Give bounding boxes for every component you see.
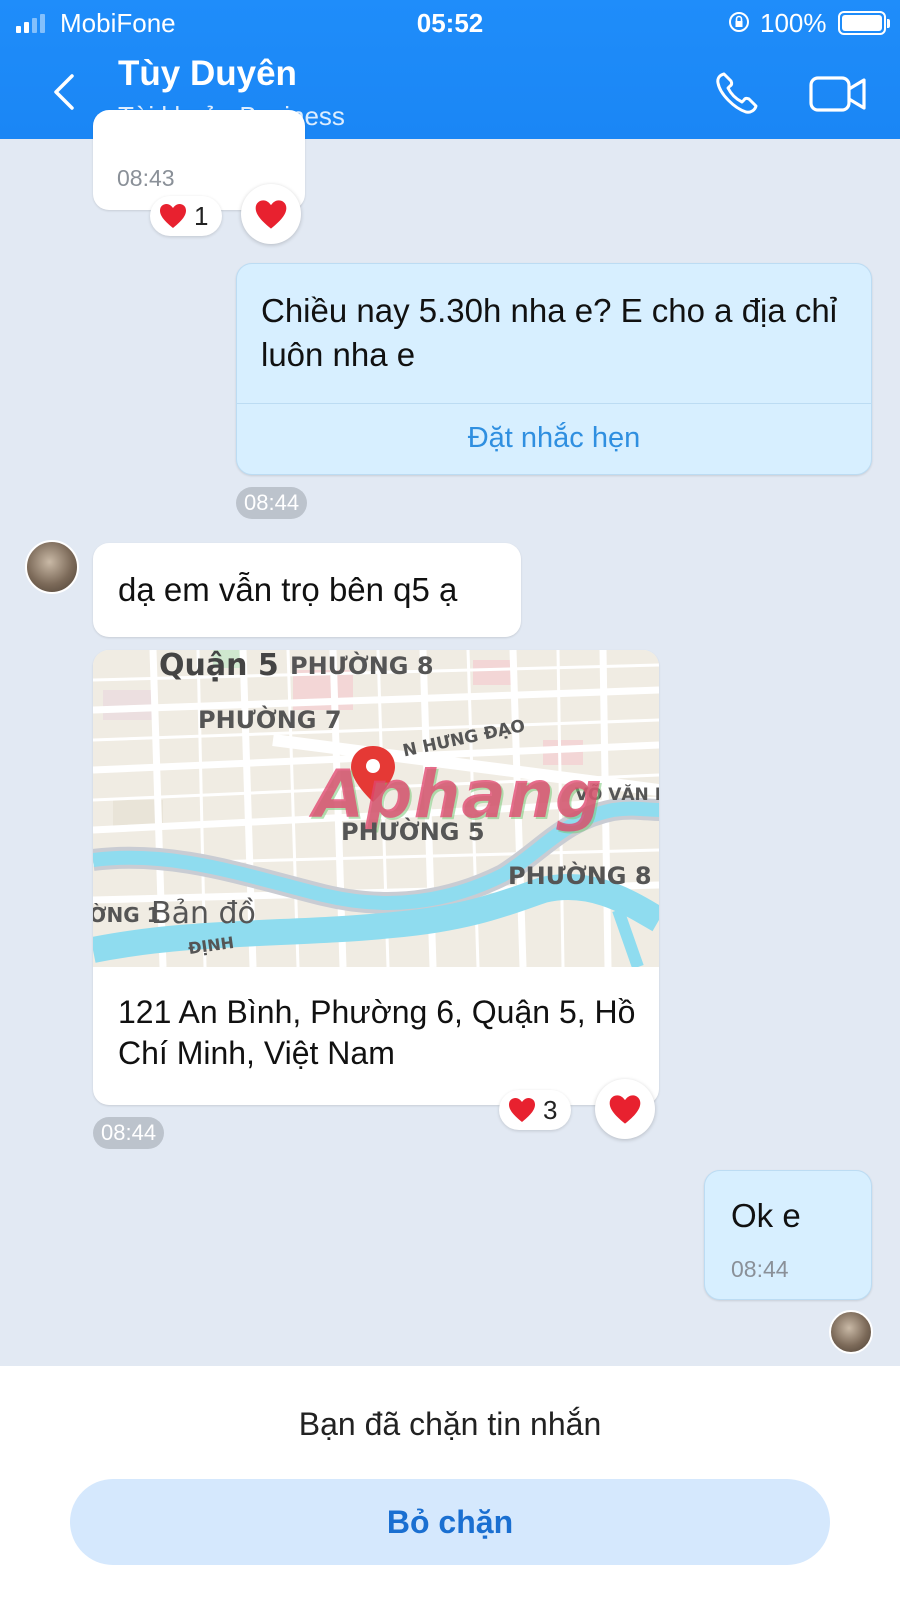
react-button[interactable] <box>241 184 301 244</box>
map-label: Quận 5 <box>159 650 279 683</box>
map-label: PHƯỜNG 7 <box>198 706 342 734</box>
reaction-summary[interactable]: 3 <box>499 1090 571 1130</box>
battery-icon <box>838 11 890 35</box>
video-call-button[interactable] <box>808 72 868 116</box>
location-address: 121 An Bình, Phường 6, Quận 5, Hồ Chí Mi… <box>118 994 636 1071</box>
set-reminder-link[interactable]: Đặt nhắc hẹn <box>237 422 871 455</box>
message-time: 08:44 <box>236 487 308 519</box>
map-label: PHƯỜNG 8 <box>290 652 434 680</box>
back-button[interactable] <box>48 72 82 112</box>
contact-name[interactable]: Tùy Duyên <box>118 54 297 94</box>
heart-icon <box>509 1098 535 1122</box>
status-bar: MobiFone 05:52 100% <box>0 0 900 46</box>
message-text: Ok e <box>731 1197 801 1234</box>
contact-avatar[interactable] <box>25 540 79 594</box>
map-label: PHƯỜNG 5 <box>341 818 485 846</box>
phone-call-button[interactable] <box>712 68 762 118</box>
battery-percent: 100% <box>760 8 827 38</box>
react-button[interactable] <box>595 1079 655 1139</box>
message-time: 08:43 <box>117 165 175 191</box>
message-text: dạ em vẫn trọ bên q5 ạ <box>118 571 458 608</box>
rotation-lock-icon <box>729 12 749 32</box>
bubble-divider <box>237 403 871 404</box>
map-preview[interactable]: Quận 5 PHƯỜNG 8 PHƯỜNG 7 N HƯNG ĐẠO VÕ V… <box>93 650 659 967</box>
heart-icon <box>609 1094 641 1124</box>
reaction-count: 3 <box>543 1094 558 1125</box>
heart-icon <box>255 199 287 229</box>
reaction-summary[interactable]: 1 <box>150 196 222 236</box>
map-label: PHƯỜNG 8 <box>508 862 652 890</box>
unblock-button[interactable]: Bỏ chặn <box>70 1479 830 1565</box>
message-time: 08:44 <box>731 1256 789 1282</box>
seen-avatar <box>829 1310 873 1354</box>
reaction-count: 1 <box>194 200 209 231</box>
blocked-notice: Bạn đã chặn tin nhắn <box>298 1406 602 1442</box>
message-text: Chiều nay 5.30h nha e? E cho a địa chỉ l… <box>261 292 838 373</box>
map-title: Bản đồ <box>151 896 256 931</box>
message-time: 08:44 <box>93 1117 165 1149</box>
heart-icon <box>160 204 186 228</box>
